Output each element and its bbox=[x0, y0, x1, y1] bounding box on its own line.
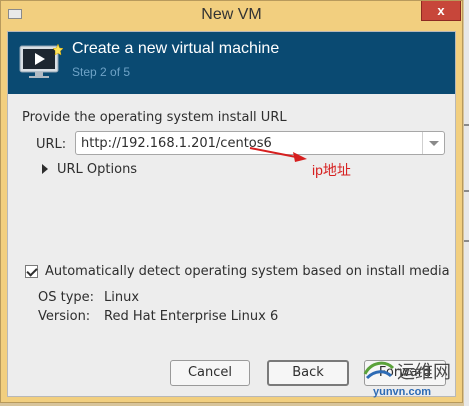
close-button[interactable]: x bbox=[421, 1, 461, 21]
url-combo-input[interactable]: http://192.168.1.201/centos6 bbox=[75, 131, 445, 155]
monitor-play-icon bbox=[19, 43, 64, 78]
window-title: New VM bbox=[201, 6, 262, 23]
install-url-prompt: Provide the operating system install URL bbox=[22, 110, 287, 125]
chevron-down-icon[interactable] bbox=[422, 132, 444, 154]
background-window-edge bbox=[464, 0, 469, 406]
wizard-header: Create a new virtual machine Step 2 of 5 bbox=[8, 32, 455, 94]
watermark-logo-icon bbox=[363, 361, 395, 380]
watermark: 运维网 yunvn.com bbox=[361, 358, 459, 402]
version-label: Version: bbox=[38, 309, 91, 324]
os-type-label: OS type: bbox=[38, 290, 95, 305]
auto-detect-label[interactable]: Automatically detect operating system ba… bbox=[45, 264, 450, 279]
url-options-expander[interactable]: URL Options bbox=[57, 162, 137, 177]
title-bar[interactable]: New VM x bbox=[1, 1, 462, 31]
dialog-body: Create a new virtual machine Step 2 of 5… bbox=[7, 31, 456, 397]
edge-mark bbox=[464, 124, 469, 126]
edge-mark bbox=[464, 240, 469, 242]
url-input-value[interactable]: http://192.168.1.201/centos6 bbox=[81, 136, 272, 151]
auto-detect-checkbox[interactable] bbox=[25, 265, 38, 278]
watermark-domain: yunvn.com bbox=[373, 386, 432, 398]
new-vm-window: New VM x Create a new virtual machine St… bbox=[0, 0, 463, 403]
cancel-button[interactable]: Cancel bbox=[170, 360, 250, 386]
version-value: Red Hat Enterprise Linux 6 bbox=[104, 309, 279, 324]
watermark-text: 运维网 bbox=[397, 362, 451, 383]
expander-arrow-icon[interactable] bbox=[41, 163, 49, 175]
back-button[interactable]: Back bbox=[267, 360, 349, 386]
os-type-value: Linux bbox=[104, 290, 140, 305]
edge-mark bbox=[464, 190, 469, 192]
wizard-step: Step 2 of 5 bbox=[72, 65, 131, 79]
annotation-text: ip地址 bbox=[312, 162, 351, 178]
wizard-title: Create a new virtual machine bbox=[72, 40, 280, 57]
url-label: URL: bbox=[36, 137, 67, 152]
